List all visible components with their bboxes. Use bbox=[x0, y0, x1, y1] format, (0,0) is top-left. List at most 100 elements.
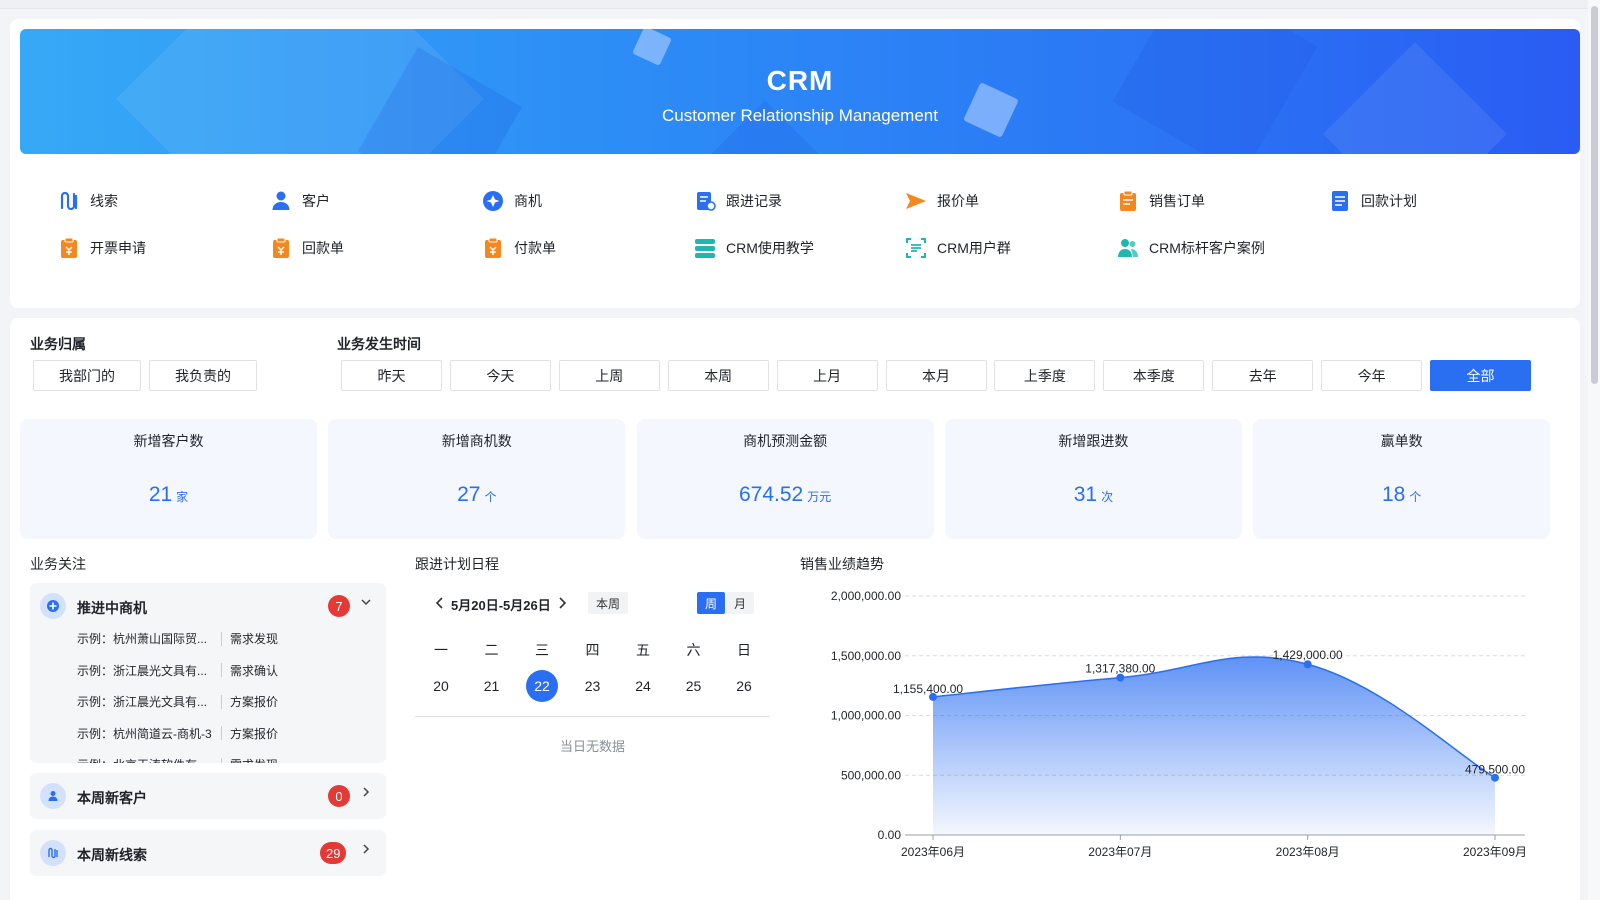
time-filter-button[interactable]: 昨天 bbox=[341, 360, 442, 391]
opportunity-row[interactable]: 示例：北京天涛软件有... 需求发现 bbox=[77, 756, 278, 763]
clue-icon bbox=[58, 190, 80, 212]
divider bbox=[221, 663, 222, 677]
opportunity-row[interactable]: 示例：浙江晨光文具有... 方案报价 bbox=[77, 693, 278, 710]
payment-icon bbox=[482, 237, 504, 259]
data-point bbox=[1116, 673, 1125, 682]
weekday-label: 三 bbox=[535, 642, 549, 658]
stat-unit: 个 bbox=[1409, 490, 1422, 504]
quick-link-follow-record[interactable]: 跟进记录 bbox=[694, 189, 782, 213]
quick-link-label: 跟进记录 bbox=[726, 193, 782, 209]
stat-value: 21 家 bbox=[20, 483, 317, 507]
scrollbar[interactable] bbox=[1588, 0, 1600, 900]
calendar-day[interactable]: 23 bbox=[577, 670, 609, 702]
opportunity-icon bbox=[40, 593, 66, 619]
time-filter-button[interactable]: 全部 bbox=[1430, 360, 1531, 391]
scrollbar-thumb[interactable] bbox=[1591, 6, 1598, 384]
x-tick-label: 2023年06月 bbox=[901, 845, 965, 859]
quick-link-sales-order[interactable]: 销售订单 bbox=[1117, 189, 1205, 213]
data-label: 479,500.00 bbox=[1465, 763, 1525, 777]
time-filter-button[interactable]: 本月 bbox=[885, 360, 987, 391]
opportunity-row[interactable]: 示例：杭州简道云-商机-3 方案报价 bbox=[77, 725, 278, 742]
weekday-label: 六 bbox=[686, 642, 701, 658]
calendar-day[interactable]: 24 bbox=[627, 670, 659, 702]
time-filter-button[interactable]: 本季度 bbox=[1103, 360, 1205, 391]
stat-title: 赢单数 bbox=[1380, 433, 1423, 449]
data-label: 1,429,000.00 bbox=[1273, 648, 1343, 662]
cube-decoration bbox=[632, 29, 672, 66]
time-filter-button[interactable]: 去年 bbox=[1212, 360, 1314, 391]
stat-card: 新增商机数 27 个 bbox=[328, 419, 626, 539]
calendar-day[interactable]: 21 bbox=[476, 670, 508, 702]
stat-value: 31 次 bbox=[945, 483, 1242, 507]
opportunity-name: 示例：杭州简道云-商机-3 bbox=[77, 726, 212, 741]
filter-my-responsible-button[interactable]: 我负责的 bbox=[149, 360, 257, 391]
filter-my-department-button[interactable]: 我部门的 bbox=[33, 360, 141, 391]
focus-panel-new-leads[interactable]: 本周新线索 29 bbox=[30, 830, 386, 876]
x-tick-label: 2023年08月 bbox=[1276, 845, 1340, 859]
stat-card: 新增客户数 21 家 bbox=[20, 419, 317, 539]
series-area bbox=[933, 656, 1495, 835]
next-week-icon[interactable] bbox=[557, 597, 567, 612]
invoice-icon bbox=[58, 237, 80, 259]
calendar-day[interactable]: 25 bbox=[678, 670, 710, 702]
time-filter-button[interactable]: 上月 bbox=[776, 360, 878, 391]
opportunity-row[interactable]: 示例：杭州萧山国际贸... 需求发现 bbox=[77, 630, 278, 647]
opportunity-stage: 方案报价 bbox=[230, 726, 279, 741]
y-tick-label: 0.00 bbox=[878, 828, 902, 842]
calendar-empty-text: 当日无数据 bbox=[559, 739, 625, 754]
count-badge: 7 bbox=[328, 595, 350, 617]
stat-value: 18 个 bbox=[1253, 483, 1550, 507]
quick-link-invoice[interactable]: 开票申请 bbox=[58, 236, 146, 260]
calendar-range-text: 5月20日-5月26日 bbox=[451, 598, 551, 613]
stat-title: 商机预测金额 bbox=[743, 433, 828, 449]
quick-link-quote[interactable]: 报价单 bbox=[905, 189, 979, 213]
stat-unit: 家 bbox=[176, 490, 189, 504]
view-month-button[interactable]: 月 bbox=[726, 592, 754, 614]
quick-link-tutorial[interactable]: CRM使用教学 bbox=[694, 236, 814, 260]
calendar-range: 5月20日-5月26日 bbox=[435, 595, 567, 614]
quick-link-user-group[interactable]: CRM用户群 bbox=[905, 236, 1011, 260]
stat-number: 18 bbox=[1382, 483, 1406, 506]
count-badge: 0 bbox=[328, 785, 350, 807]
dashboard-card: 业务归属 我部门的 我负责的 业务发生时间 昨天 今天 上周 本周 上月 本月 上季度 本季度… bbox=[10, 318, 1580, 900]
time-filter-button[interactable]: 今天 bbox=[449, 360, 551, 391]
stat-title: 新增客户数 bbox=[133, 433, 204, 449]
chevron-down-icon[interactable] bbox=[360, 595, 372, 611]
stat-card: 新增跟进数 31 次 bbox=[944, 419, 1242, 539]
quick-link-payment[interactable]: 付款单 bbox=[482, 236, 556, 260]
stat-unit: 万元 bbox=[807, 490, 832, 504]
time-filter-button[interactable]: 上季度 bbox=[994, 360, 1096, 391]
y-tick-label: 2,000,000.00 bbox=[831, 589, 901, 603]
quick-link-case[interactable]: CRM标杆客户案例 bbox=[1117, 236, 1265, 260]
opportunity-stage: 需求发现 bbox=[230, 756, 278, 763]
calendar-day[interactable]: 20 bbox=[425, 670, 457, 702]
quick-link-opportunity[interactable]: 商机 bbox=[482, 189, 542, 213]
time-filter-button[interactable]: 上周 bbox=[558, 360, 660, 391]
calendar-divider bbox=[415, 716, 770, 717]
view-week-button[interactable]: 周 bbox=[697, 592, 725, 614]
quick-link-clue[interactable]: 线索 bbox=[58, 189, 118, 213]
time-filter-button[interactable]: 今年 bbox=[1321, 360, 1423, 391]
quick-link-receipt[interactable]: 回款单 bbox=[270, 236, 344, 260]
stat-number: 27 bbox=[457, 483, 481, 506]
case-icon bbox=[1117, 237, 1139, 259]
tutorial-icon bbox=[694, 237, 716, 259]
focus-panel-new-customers[interactable]: 本周新客户 0 bbox=[30, 773, 386, 819]
calendar-day[interactable]: 26 bbox=[728, 670, 760, 702]
time-filter-button[interactable]: 本周 bbox=[667, 360, 769, 391]
opportunity-name: 示例：浙江晨光文具有... bbox=[77, 695, 208, 709]
this-week-button[interactable]: 本周 bbox=[588, 592, 628, 614]
quick-link-customer[interactable]: 客户 bbox=[270, 189, 330, 213]
quick-link-payment-plan[interactable]: 回款计划 bbox=[1329, 189, 1417, 213]
calendar-day[interactable]: 22 bbox=[526, 670, 558, 702]
data-point bbox=[1491, 773, 1499, 782]
banner-subtitle: Customer Relationship Management bbox=[662, 106, 938, 125]
prev-week-icon[interactable] bbox=[435, 597, 445, 612]
quick-link-label: CRM使用教学 bbox=[726, 240, 814, 256]
quick-link-label: 商机 bbox=[514, 193, 542, 209]
y-tick-label: 500,000.00 bbox=[841, 768, 901, 782]
stat-title: 新增跟进数 bbox=[1058, 433, 1129, 449]
opportunity-row[interactable]: 示例：浙江晨光文具有... 需求确认 bbox=[77, 662, 278, 679]
focus-title: 推进中商机 bbox=[77, 600, 147, 616]
data-label: 1,317,380.00 bbox=[1085, 662, 1155, 676]
